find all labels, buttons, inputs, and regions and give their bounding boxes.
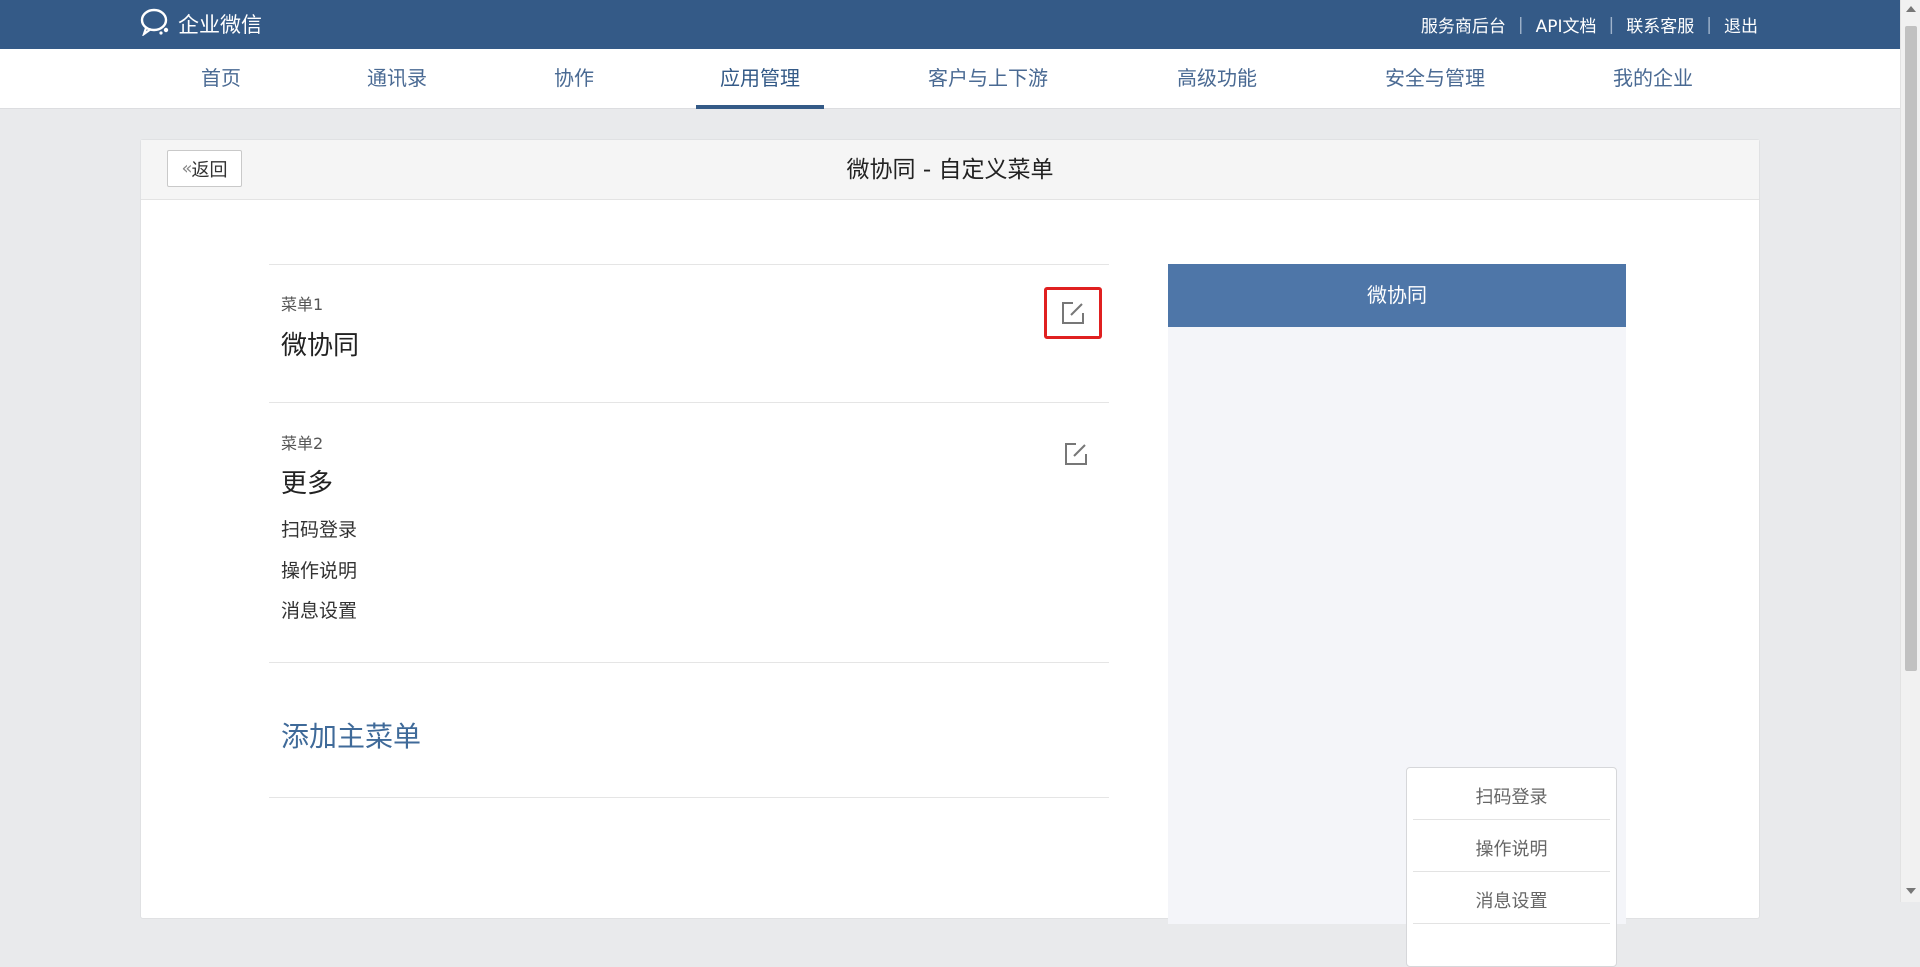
edit-icon [1062,302,1084,324]
menu-name: 微协同 [281,331,360,361]
page-title: 微协同 - 自定义菜单 [846,157,1054,183]
nav-customers[interactable]: 客户与上下游 [928,49,1048,109]
phone-preview: 微协同 扫码登录 操作说明 消息设置 [1168,264,1626,967]
menu-item: 菜单2 更多 扫码登录 操作说明 消息设置 [269,402,1109,662]
logo[interactable]: 企业微信 [140,8,262,41]
separator: | [1706,14,1712,35]
add-menu-block: 添加主菜单 [269,662,1109,798]
top-bar: 企业微信 服务商后台 | API文档 | 联系客服 | 退出 [0,0,1900,49]
nav-collaboration[interactable]: 协作 [554,49,594,109]
nav-app-management[interactable]: 应用管理 [696,49,824,109]
nav-my-enterprise[interactable]: 我的企业 [1613,49,1693,109]
edit-icon [1065,443,1087,465]
preview-submenu-popup: 扫码登录 操作说明 消息设置 [1406,767,1617,967]
wecom-chat-icon [140,8,172,41]
submenu-item: 消息设置 [281,600,358,622]
submenu-item: 操作说明 [281,560,358,582]
link-contact-support[interactable]: 联系客服 [1626,12,1694,37]
edit-menu-button[interactable] [1044,287,1102,339]
link-logout[interactable]: 退出 [1724,12,1758,37]
menu-label: 菜单1 [281,295,324,314]
submenu-item: 扫码登录 [281,519,358,541]
main-nav: 首页 通讯录 协作 应用管理 客户与上下游 高级功能 安全与管理 我的企业 [0,49,1900,109]
nav-security[interactable]: 安全与管理 [1385,49,1485,109]
scroll-up-arrow-icon[interactable] [1906,6,1916,12]
menu-name: 更多 [281,469,334,499]
preview-submenu-item[interactable]: 操作说明 [1413,820,1610,872]
nav-contacts[interactable]: 通讯录 [367,49,427,109]
edit-menu-button[interactable] [1047,428,1105,480]
separator: | [1608,14,1615,35]
preview-submenu-item[interactable]: 扫码登录 [1413,768,1610,820]
menu-item: 菜单1 微协同 [269,264,1109,402]
nav-advanced[interactable]: 高级功能 [1177,49,1257,109]
preview-submenu-item[interactable]: 消息设置 [1413,872,1610,924]
scroll-down-arrow-icon[interactable] [1906,888,1916,894]
card-header: « 返回 微协同 - 自定义菜单 [141,140,1759,200]
add-main-menu-link[interactable]: 添加主菜单 [281,715,421,755]
separator: | [1517,14,1524,35]
page-scrollbar[interactable] [1900,0,1920,902]
link-api-docs[interactable]: API文档 [1536,12,1597,37]
custom-menu-card: « 返回 微协同 - 自定义菜单 菜单1 微协同 菜单2 更多 扫码登录 操作说… [140,139,1760,967]
preview-header: 微协同 [1168,264,1626,327]
menu-list: 菜单1 微协同 菜单2 更多 扫码登录 操作说明 消息设置 添加主菜单 [269,264,1109,798]
menu-label: 菜单2 [281,434,324,453]
logo-text: 企业微信 [178,13,262,37]
scroll-thumb[interactable] [1905,26,1917,671]
link-provider-console[interactable]: 服务商后台 [1421,12,1506,37]
top-links: 服务商后台 | API文档 | 联系客服 | 退出 [1421,0,1758,49]
nav-home[interactable]: 首页 [201,49,241,109]
